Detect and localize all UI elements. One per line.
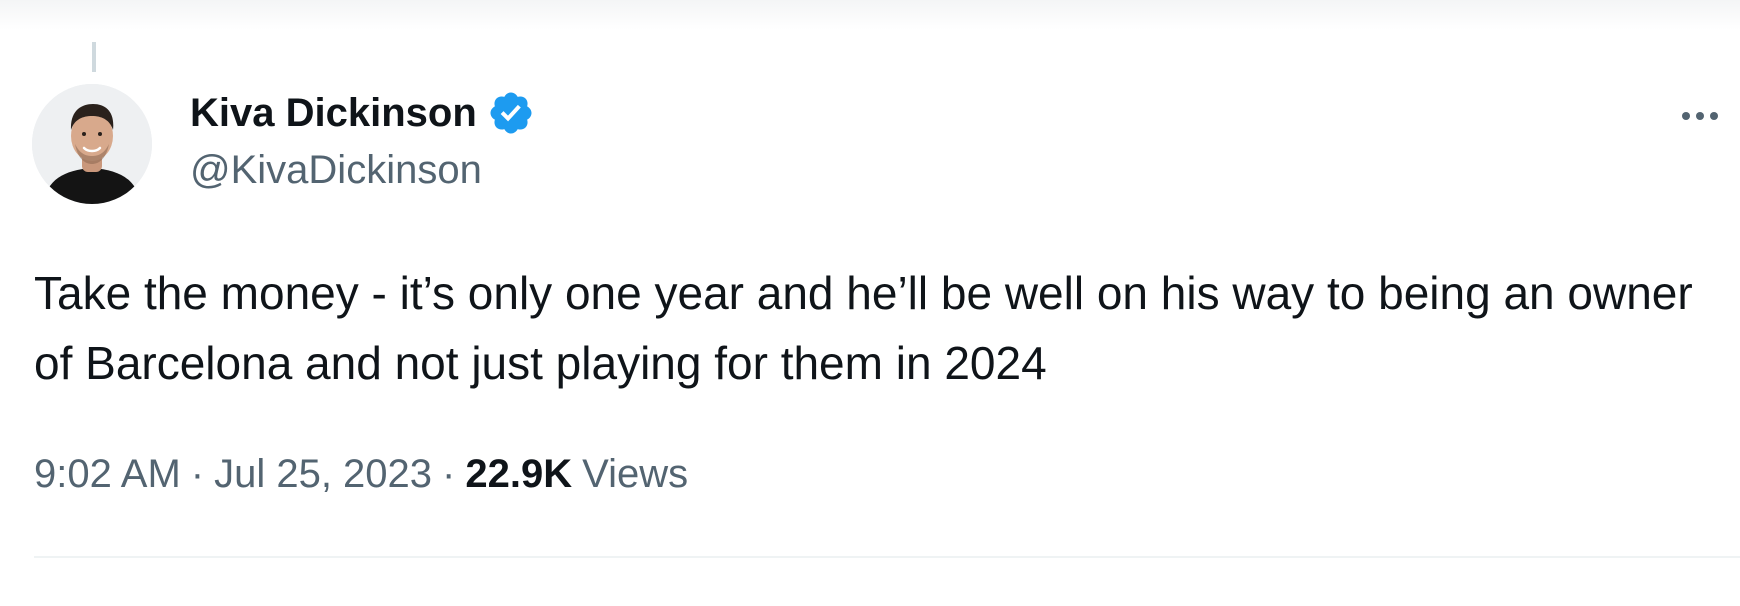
metadata-separator: · xyxy=(442,452,456,496)
views-label[interactable]: Views xyxy=(582,452,688,497)
tweet-metadata: 9:02 AM · Jul 25, 2023 · 22.9K Views xyxy=(34,452,688,497)
avatar[interactable] xyxy=(32,84,152,204)
more-dot xyxy=(1696,112,1704,120)
previous-tweet-fade xyxy=(0,0,1740,30)
more-dot xyxy=(1682,112,1690,120)
metadata-separator: · xyxy=(190,452,205,496)
author-handle[interactable]: @KivaDickinson xyxy=(190,148,482,193)
tweet-date[interactable]: Jul 25, 2023 xyxy=(214,452,432,497)
author-display-name[interactable]: Kiva Dickinson xyxy=(190,91,477,136)
more-dot xyxy=(1710,112,1718,120)
divider xyxy=(34,556,1740,558)
tweet-time[interactable]: 9:02 AM xyxy=(34,452,181,497)
profile-photo-icon xyxy=(32,84,152,204)
tweet-text: Take the money - it’s only one year and … xyxy=(34,267,1693,389)
author-name-row: Kiva Dickinson xyxy=(190,86,535,140)
more-options-icon[interactable] xyxy=(1672,96,1728,136)
thread-connector-line xyxy=(92,42,96,72)
verified-badge-icon[interactable] xyxy=(487,89,535,137)
views-count[interactable]: 22.9K xyxy=(465,452,572,497)
